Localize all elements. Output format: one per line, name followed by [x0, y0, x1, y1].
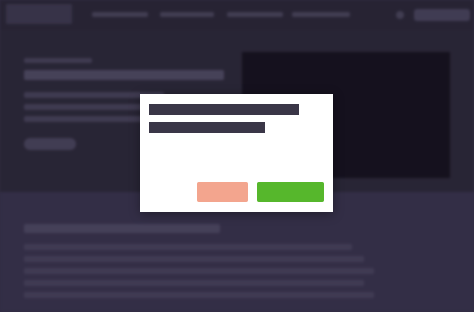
confirm-button[interactable] — [257, 182, 324, 202]
dialog-message-line-1 — [149, 104, 299, 115]
cancel-button[interactable] — [197, 182, 248, 202]
confirmation-dialog — [140, 94, 333, 212]
dialog-message-line-2 — [149, 122, 265, 133]
